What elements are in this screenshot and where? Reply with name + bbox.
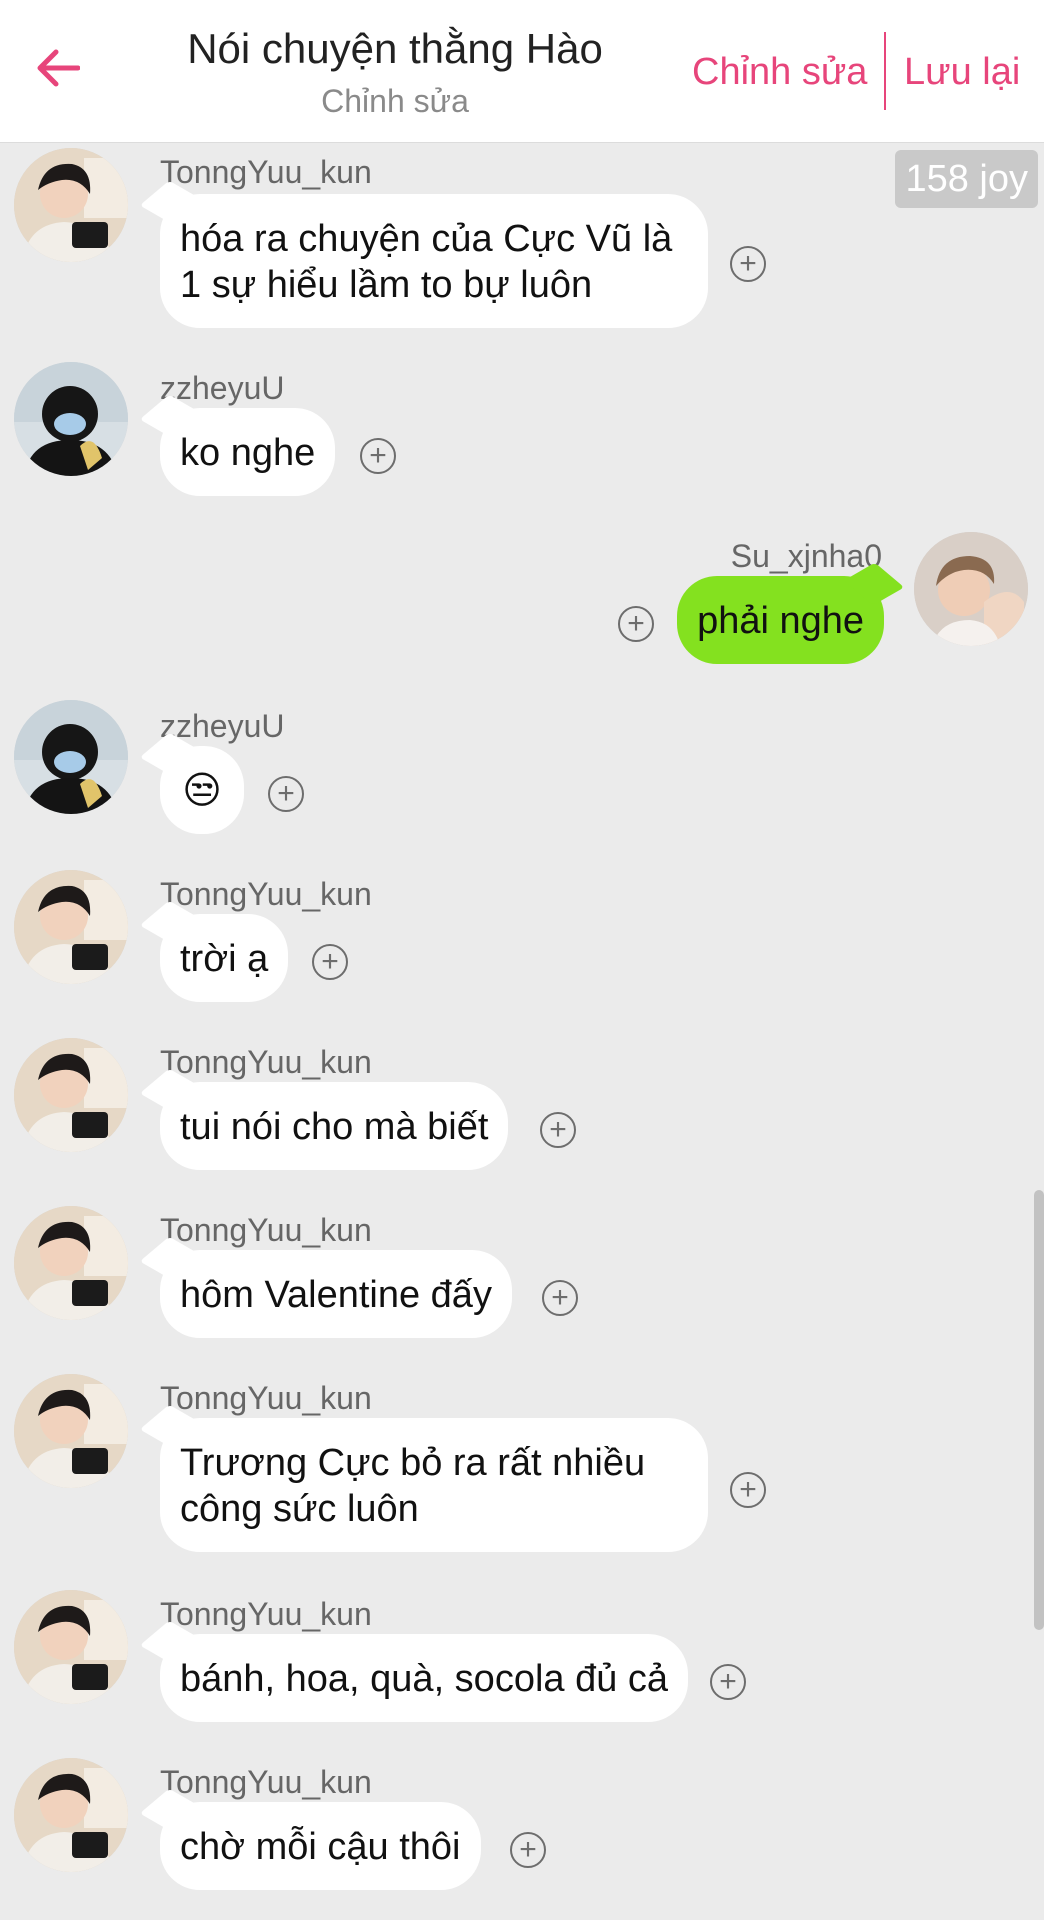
message-text-line: 1 sự hiểu lầm to bự luôn — [180, 264, 593, 306]
plus-circle-icon: + — [549, 1113, 567, 1146]
message-bubble[interactable]: tui nói cho mà biết — [160, 1082, 509, 1170]
sender-name: TonngYuu_kun — [160, 1764, 372, 1800]
back-arrow-icon — [37, 49, 80, 87]
sender-name: TonngYuu_kun — [160, 876, 372, 912]
sender-name: TonngYuu_kun — [160, 1044, 372, 1080]
avatar[interactable] — [914, 532, 1028, 646]
message-bubble[interactable]: 😒 — [160, 746, 244, 834]
chat-thread[interactable]: 158 joy TonngYuu_kun hóa ra chuyện của C… — [0, 142, 1044, 1920]
avatar[interactable] — [14, 1206, 128, 1320]
add-reaction-button[interactable]: + — [360, 438, 396, 474]
message-text: ko nghe — [180, 432, 316, 474]
sender-name: Su_xjnha0 — [730, 538, 882, 574]
app-header: Nói chuyện thằng Hào Chỉnh sửa Chỉnh sửa… — [0, 0, 1044, 142]
add-reaction-button[interactable]: + — [618, 606, 654, 642]
add-reaction-button[interactable]: + — [510, 1832, 546, 1868]
title-block: Nói chuyện thằng Hào Chỉnh sửa — [130, 20, 660, 122]
message-text: tui nói cho mà biết — [180, 1106, 489, 1148]
sender-name: TonngYuu_kun — [160, 1380, 372, 1416]
message-text: hôm Valentine đấy — [180, 1274, 492, 1316]
message-bubble[interactable]: trời ạ — [160, 914, 289, 1002]
avatar[interactable] — [14, 1038, 128, 1152]
plus-circle-icon: + — [551, 1281, 569, 1314]
message-bubble[interactable]: hóa ra chuyện của Cực Vũ là 1 sự hiểu lầ… — [160, 194, 708, 328]
add-reaction-button[interactable]: + — [268, 776, 304, 812]
add-reaction-button[interactable]: + — [540, 1112, 576, 1148]
message-bubble[interactable]: Trương Cực bỏ ra rất nhiều công sức luôn — [160, 1418, 708, 1552]
message-text-line: công sức luôn — [180, 1488, 419, 1530]
sender-name: TonngYuu_kun — [160, 154, 372, 190]
plus-circle-icon: + — [369, 439, 387, 472]
plus-circle-icon: + — [719, 1665, 737, 1698]
back-button[interactable] — [26, 36, 90, 100]
message-text: trời ạ — [180, 938, 269, 980]
message-text: chờ mỗi cậu thôi — [180, 1826, 461, 1868]
save-button[interactable]: Lưu lại — [904, 48, 1020, 96]
add-reaction-button[interactable]: + — [710, 1664, 746, 1700]
add-reaction-button[interactable]: + — [312, 944, 348, 980]
message-bubble[interactable]: hôm Valentine đấy — [160, 1250, 512, 1338]
avatar[interactable] — [14, 700, 128, 814]
message-text-line: hóa ra chuyện của Cực Vũ là — [180, 218, 673, 260]
avatar[interactable] — [14, 1590, 128, 1704]
avatar[interactable] — [14, 870, 128, 984]
message-text: 😒 — [182, 770, 222, 812]
avatar[interactable] — [14, 148, 128, 262]
message-bubble[interactable]: phải nghe — [677, 576, 884, 664]
plus-circle-icon: + — [277, 777, 295, 810]
plus-circle-icon: + — [321, 945, 339, 978]
page-title: Nói chuyện thằng Hào — [187, 25, 603, 72]
sender-name: TonngYuu_kun — [160, 1212, 372, 1248]
page-subtitle: Chỉnh sửa — [321, 83, 469, 119]
plus-circle-icon: + — [739, 1473, 757, 1506]
plus-circle-icon: + — [519, 1833, 537, 1866]
avatar[interactable] — [14, 1374, 128, 1488]
avatar[interactable] — [14, 1758, 128, 1872]
sender-name: TonngYuu_kun — [160, 1596, 372, 1632]
plus-circle-icon: + — [627, 607, 645, 640]
message-bubble[interactable]: chờ mỗi cậu thôi — [160, 1802, 481, 1890]
add-reaction-button[interactable]: + — [730, 246, 766, 282]
plus-circle-icon: + — [739, 247, 757, 280]
add-reaction-button[interactable]: + — [542, 1280, 578, 1316]
joy-count-badge: 158 joy — [895, 150, 1038, 208]
add-reaction-button[interactable]: + — [730, 1472, 766, 1508]
header-divider — [884, 32, 886, 110]
message-text-line: Trương Cực bỏ ra rất nhiều — [180, 1442, 646, 1484]
edit-button[interactable]: Chỉnh sửa — [692, 48, 867, 96]
message-text: bánh, hoa, quà, socola đủ cả — [180, 1658, 669, 1700]
message-bubble[interactable]: bánh, hoa, quà, socola đủ cả — [160, 1634, 689, 1722]
message-text: phải nghe — [697, 600, 864, 642]
message-bubble[interactable]: ko nghe — [160, 408, 336, 496]
scrollbar[interactable] — [1034, 1190, 1044, 1630]
avatar[interactable] — [14, 362, 128, 476]
